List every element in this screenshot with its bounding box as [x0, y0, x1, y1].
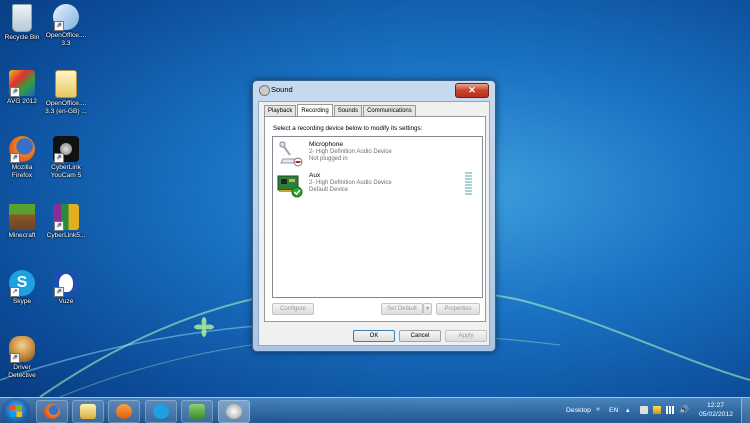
device-description: 2- High Definition Audio Device	[309, 149, 392, 155]
taskbar-skype[interactable]	[145, 400, 177, 423]
taskbar-sound[interactable]	[218, 400, 250, 423]
network-icon	[189, 404, 205, 419]
cancel-button[interactable]: Cancel	[399, 330, 441, 342]
vuze-frog-icon: ↗	[53, 270, 79, 297]
detective-icon: ↗	[9, 336, 35, 363]
openoffice-icon: ↗	[53, 4, 79, 31]
webcam-icon: ↗	[53, 136, 79, 163]
configure-button[interactable]: Configure	[272, 303, 314, 315]
device-list[interactable]: Microphone 2- High Definition Audio Devi…	[272, 136, 483, 298]
toolbar-chevron-icon[interactable]: »	[596, 406, 600, 413]
microphone-icon	[279, 141, 303, 167]
sound-dialog: Sound ✕ Playback Recording Sounds Commun…	[252, 80, 496, 352]
icon-label: Mozilla	[11, 164, 33, 171]
clock-date[interactable]: 05/02/2012	[699, 411, 733, 418]
show-desktop-button[interactable]	[741, 398, 750, 423]
media-player-icon	[116, 404, 132, 419]
tab-sounds[interactable]: Sounds	[333, 105, 363, 116]
desktop-icon-avg[interactable]: ↗ AVG 2012	[0, 70, 44, 106]
tab-strip: Playback Recording Sounds Communications	[264, 104, 417, 116]
action-center-icon[interactable]	[653, 406, 661, 414]
level-meter	[465, 172, 472, 196]
dialog-title: Sound	[271, 85, 293, 94]
desktop-icon-openoffice[interactable]: ↗ OpenOffice.... 3.3	[44, 4, 88, 47]
device-item-aux[interactable]: Aux 2- High Definition Audio Device Defa…	[275, 170, 478, 200]
network-signal-icon[interactable]	[666, 406, 674, 414]
icon-label: Detective	[8, 371, 36, 379]
desktop-icon-youcam[interactable]: ↗ CyberLink YouCam 5	[44, 136, 88, 179]
firefox-icon: ↗	[9, 136, 35, 163]
close-button[interactable]: ✕	[455, 83, 489, 98]
device-status: Default Device	[309, 187, 349, 193]
archive-icon: ↗	[53, 204, 79, 231]
desktop-icon-openoffice-folder[interactable]: OpenOffice.... 3.3 (en-GB) ...	[44, 70, 88, 115]
recording-panel: Select a recording device below to modif…	[264, 116, 486, 322]
desktop-icon-firefox[interactable]: ↗ Mozilla Firefox	[0, 136, 44, 179]
chevron-down-icon: ▾	[425, 306, 429, 312]
tab-recording[interactable]: Recording	[297, 104, 333, 116]
tab-communications[interactable]: Communications	[363, 105, 416, 116]
taskbar-firefox[interactable]	[36, 400, 68, 423]
icon-label: Driver	[13, 364, 31, 371]
dialog-client: Playback Recording Sounds Communications…	[258, 101, 490, 346]
tray-expand-icon[interactable]: ▴	[626, 406, 629, 414]
windows-logo-icon	[10, 405, 22, 417]
device-name: Microphone	[309, 141, 343, 148]
set-default-button[interactable]: Set Default	[381, 303, 423, 315]
clock-time[interactable]: 12:27	[707, 402, 724, 409]
ok-button[interactable]: OK	[353, 330, 395, 342]
tab-playback[interactable]: Playback	[264, 105, 297, 116]
speaker-icon	[226, 404, 242, 419]
taskbar-media-player[interactable]	[108, 400, 140, 423]
icon-label: YouCam 5	[50, 171, 82, 179]
icon-label: OpenOffice....	[45, 32, 87, 39]
volume-icon[interactable]: 🔊	[679, 405, 689, 414]
desktop-icon-minecraft[interactable]: Minecraft	[0, 204, 44, 240]
icon-label: CyberLink	[51, 164, 81, 171]
taskbar: Desktop » EN ▴ 🔊 12:27 05/02/2012	[0, 397, 750, 423]
desktop-icon-cyberlink5[interactable]: ↗ CyberLink5...	[44, 204, 88, 240]
desktop-toolbar-label[interactable]: Desktop	[566, 407, 591, 414]
icon-label: Minecraft	[8, 232, 36, 239]
desktop-icon-recycle-bin[interactable]: Recycle Bin	[0, 4, 44, 42]
minecraft-icon	[9, 204, 35, 230]
dialog-titlebar[interactable]: Sound ✕	[253, 81, 495, 99]
icon-label: CyberLink5...	[46, 232, 86, 239]
start-button[interactable]	[2, 398, 30, 423]
sound-card-icon	[277, 175, 303, 198]
skype-icon	[153, 404, 169, 419]
device-name: Aux	[309, 172, 321, 179]
set-default-dropdown[interactable]: ▾	[423, 303, 432, 315]
desktop-icon-vuze[interactable]: ↗ Vuze	[44, 270, 88, 306]
folder-icon	[55, 70, 77, 98]
icon-label: 3.3 (en-GB) ...	[45, 107, 87, 115]
firefox-icon	[44, 404, 60, 419]
icon-label: 3.3	[61, 39, 71, 47]
icon-label: AVG 2012	[7, 98, 37, 105]
taskbar-network[interactable]	[181, 400, 213, 423]
folder-icon	[80, 404, 96, 419]
skype-icon: S ↗	[9, 270, 35, 297]
avg-icon: ↗	[9, 70, 35, 97]
properties-button[interactable]: Properties	[436, 303, 480, 315]
device-status: Not plugged in	[309, 156, 348, 162]
icon-label: Firefox	[11, 171, 33, 179]
speaker-icon	[259, 85, 270, 96]
desktop-icon-skype[interactable]: S ↗ Skype	[0, 270, 44, 306]
desktop-icon-driver-detective[interactable]: ↗ Driver Detective	[0, 336, 44, 379]
apply-button[interactable]: Apply	[445, 330, 487, 342]
icon-label: Skype	[12, 298, 32, 305]
instruction-text: Select a recording device below to modif…	[273, 125, 423, 132]
icon-label: OpenOffice....	[45, 100, 87, 107]
device-description: 2- High Definition Audio Device	[309, 180, 392, 186]
recycle-bin-icon	[12, 4, 32, 32]
taskbar-explorer[interactable]	[72, 400, 104, 423]
device-item-microphone[interactable]: Microphone 2- High Definition Audio Devi…	[275, 139, 478, 169]
icon-label: Vuze	[58, 298, 74, 305]
icon-label: Recycle Bin	[4, 34, 40, 41]
language-indicator[interactable]: EN	[609, 407, 618, 414]
tray-app-icon[interactable]	[640, 406, 648, 414]
